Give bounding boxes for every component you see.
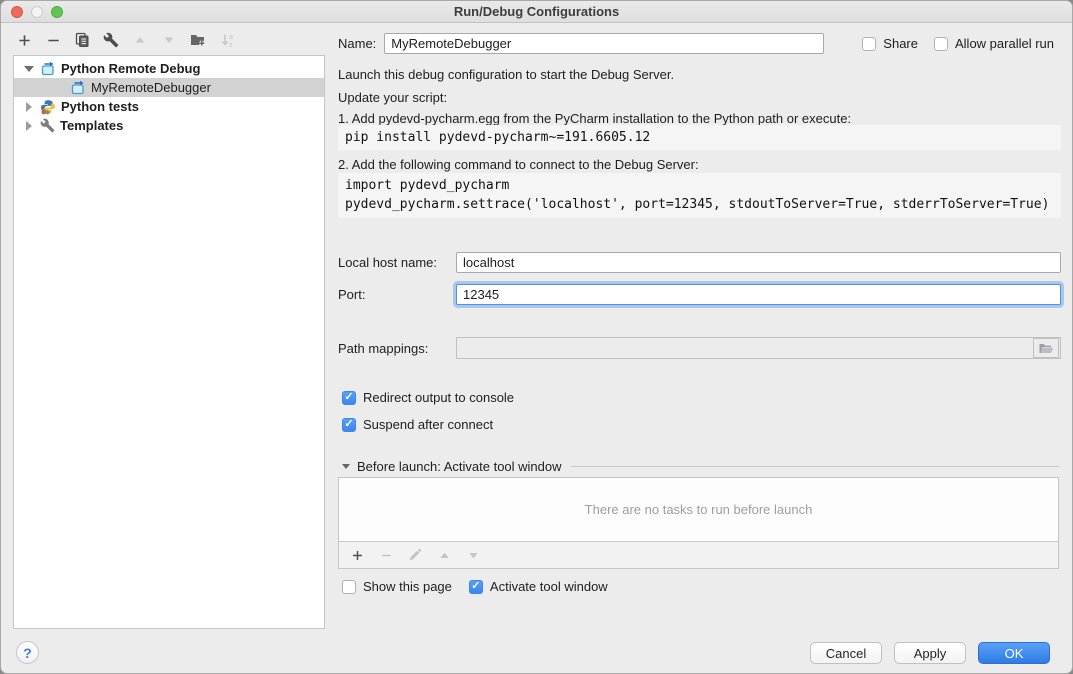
- remove-configuration-icon[interactable]: [45, 32, 61, 48]
- tree-item-python-remote-debug[interactable]: Python Remote Debug: [14, 59, 324, 78]
- path-mappings-label: Path mappings:: [338, 341, 456, 356]
- help-label: ?: [23, 645, 32, 661]
- tree-item-python-tests[interactable]: Python tests: [14, 97, 324, 116]
- templates-wrench-icon: [40, 118, 55, 133]
- suspend-after-connect-row: Suspend after connect: [342, 417, 493, 432]
- tree-item-templates[interactable]: Templates: [14, 116, 324, 135]
- before-launch-toolbar: [338, 542, 1059, 569]
- section-divider: [571, 466, 1059, 467]
- pip-install-code: pip install pydevd-pycharm~=191.6605.12: [338, 125, 1061, 150]
- ok-button-label: OK: [1005, 646, 1024, 661]
- remote-debug-config-icon: [40, 61, 56, 77]
- move-task-up-icon[interactable]: [436, 547, 452, 563]
- chevron-expanded-icon[interactable]: [23, 66, 35, 72]
- configurations-toolbar: az: [16, 32, 235, 48]
- before-launch-task-list[interactable]: There are no tasks to run before launch: [338, 477, 1059, 542]
- allow-parallel-run-checkbox[interactable]: [934, 37, 948, 51]
- no-tasks-message: There are no tasks to run before launch: [585, 502, 813, 517]
- redirect-output-label: Redirect output to console: [363, 390, 514, 405]
- ok-button[interactable]: OK: [978, 642, 1050, 664]
- settrace-code-line1: import pydevd_pycharm: [345, 178, 509, 193]
- name-label: Name:: [338, 36, 376, 51]
- port-row: Port:: [338, 284, 1061, 305]
- cancel-button[interactable]: Cancel: [810, 642, 882, 664]
- tree-item-label: MyRemoteDebugger: [91, 80, 211, 95]
- settrace-code-line2: pydevd_pycharm.settrace('localhost', por…: [345, 197, 1049, 212]
- title-bar: Run/Debug Configurations: [1, 1, 1072, 23]
- path-mappings-field[interactable]: [456, 337, 1061, 359]
- step1-text: 1. Add pydevd-pycharm.egg from the PyCha…: [338, 111, 851, 126]
- settrace-code: import pydevd_pycharm pydevd_pycharm.set…: [338, 173, 1061, 218]
- edit-task-pencil-icon[interactable]: [407, 547, 423, 563]
- port-input[interactable]: [456, 284, 1061, 305]
- remove-task-icon[interactable]: [378, 547, 394, 563]
- svg-text:z: z: [229, 42, 233, 48]
- move-task-down-icon[interactable]: [465, 547, 481, 563]
- open-folder-icon: [1038, 340, 1054, 356]
- step2-text: 2. Add the following command to connect …: [338, 157, 699, 172]
- help-button[interactable]: ?: [16, 641, 39, 664]
- cancel-button-label: Cancel: [826, 646, 866, 661]
- activate-tool-window-label: Activate tool window: [490, 579, 608, 594]
- window-title: Run/Debug Configurations: [1, 4, 1072, 19]
- python-tests-icon: [40, 99, 56, 115]
- add-configuration-icon[interactable]: [16, 32, 32, 48]
- suspend-after-connect-label: Suspend after connect: [363, 417, 493, 432]
- chevron-collapsed-icon[interactable]: [23, 102, 35, 112]
- move-down-icon[interactable]: [161, 32, 177, 48]
- name-input[interactable]: [384, 33, 824, 54]
- remote-debug-config-icon: [70, 80, 86, 96]
- allow-parallel-run-label: Allow parallel run: [955, 36, 1054, 51]
- redirect-output-row: Redirect output to console: [342, 390, 514, 405]
- configurations-tree: Python Remote Debug MyRemoteDebugger Pyt…: [13, 55, 325, 629]
- tree-item-label: Python Remote Debug: [61, 61, 200, 76]
- redirect-output-checkbox[interactable]: [342, 391, 356, 405]
- svg-text:a: a: [229, 34, 233, 41]
- browse-folder-button[interactable]: [1033, 338, 1059, 358]
- page-options-row: Show this page Activate tool window: [342, 579, 608, 594]
- show-this-page-label: Show this page: [363, 579, 452, 594]
- local-host-input[interactable]: [456, 252, 1061, 273]
- name-row: Name: Share Allow parallel run: [338, 33, 1061, 54]
- suspend-after-connect-checkbox[interactable]: [342, 418, 356, 432]
- activate-tool-window-checkbox[interactable]: [469, 580, 483, 594]
- path-mappings-row: Path mappings:: [338, 337, 1061, 359]
- tree-item-myremotedebugger[interactable]: MyRemoteDebugger: [14, 78, 324, 97]
- port-label: Port:: [338, 287, 456, 302]
- before-launch-header[interactable]: Before launch: Activate tool window: [342, 459, 1059, 474]
- tree-item-label: Python tests: [61, 99, 139, 114]
- before-launch-title: Before launch: Activate tool window: [357, 459, 562, 474]
- edit-defaults-wrench-icon[interactable]: [103, 32, 119, 48]
- move-up-icon[interactable]: [132, 32, 148, 48]
- chevron-collapsed-icon[interactable]: [23, 121, 35, 131]
- share-checkbox[interactable]: [862, 37, 876, 51]
- apply-button-label: Apply: [914, 646, 947, 661]
- tree-item-label: Templates: [60, 118, 123, 133]
- local-host-label: Local host name:: [338, 255, 456, 270]
- add-task-icon[interactable]: [349, 547, 365, 563]
- collapse-section-icon[interactable]: [342, 464, 350, 469]
- copy-configuration-icon[interactable]: [74, 32, 90, 48]
- intro-text: Launch this debug configuration to start…: [338, 67, 674, 82]
- show-this-page-checkbox[interactable]: [342, 580, 356, 594]
- update-script-text: Update your script:: [338, 90, 447, 105]
- local-host-row: Local host name:: [338, 252, 1061, 273]
- share-label: Share: [883, 36, 918, 51]
- apply-button[interactable]: Apply: [894, 642, 966, 664]
- sort-configurations-icon[interactable]: az: [219, 32, 235, 48]
- new-folder-icon[interactable]: [190, 32, 206, 48]
- path-mappings-input[interactable]: [457, 338, 1033, 358]
- run-debug-configurations-dialog: Run/Debug Configurations az: [0, 0, 1073, 674]
